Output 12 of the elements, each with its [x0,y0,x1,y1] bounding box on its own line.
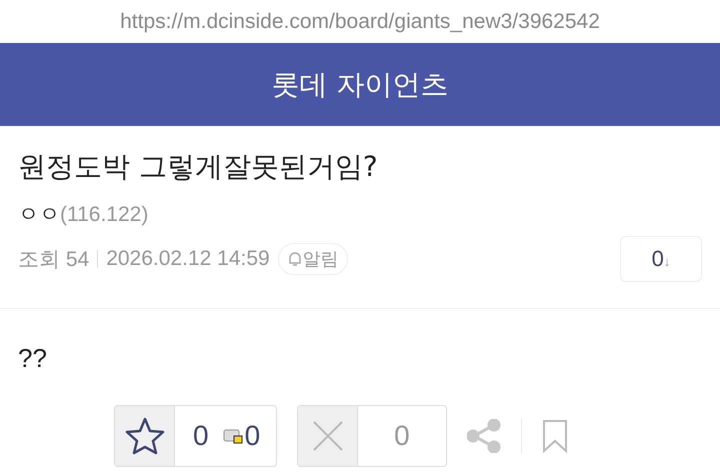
url-text: https://m.dcinside.com/board/giants_new3/3962542 [120,10,600,34]
dislike-count: 0 [393,420,411,452]
author-name: ㅇㅇ [18,203,60,226]
author-ip: (116.122) [60,203,148,226]
comment-count-button[interactable]: 0↓ [620,236,702,282]
post-date: 2026.02.12 14:59 [106,247,270,271]
fixed-recommend-count: 0 [244,420,262,452]
recommend-count: 0 [192,420,210,452]
post-body: ?? [17,342,48,375]
post-title: 원정도박 그렇게잘못된거임? [18,149,379,185]
board-title[interactable]: 롯데 자이언츠 [272,66,448,104]
view-count: 조회 54 [18,247,90,273]
